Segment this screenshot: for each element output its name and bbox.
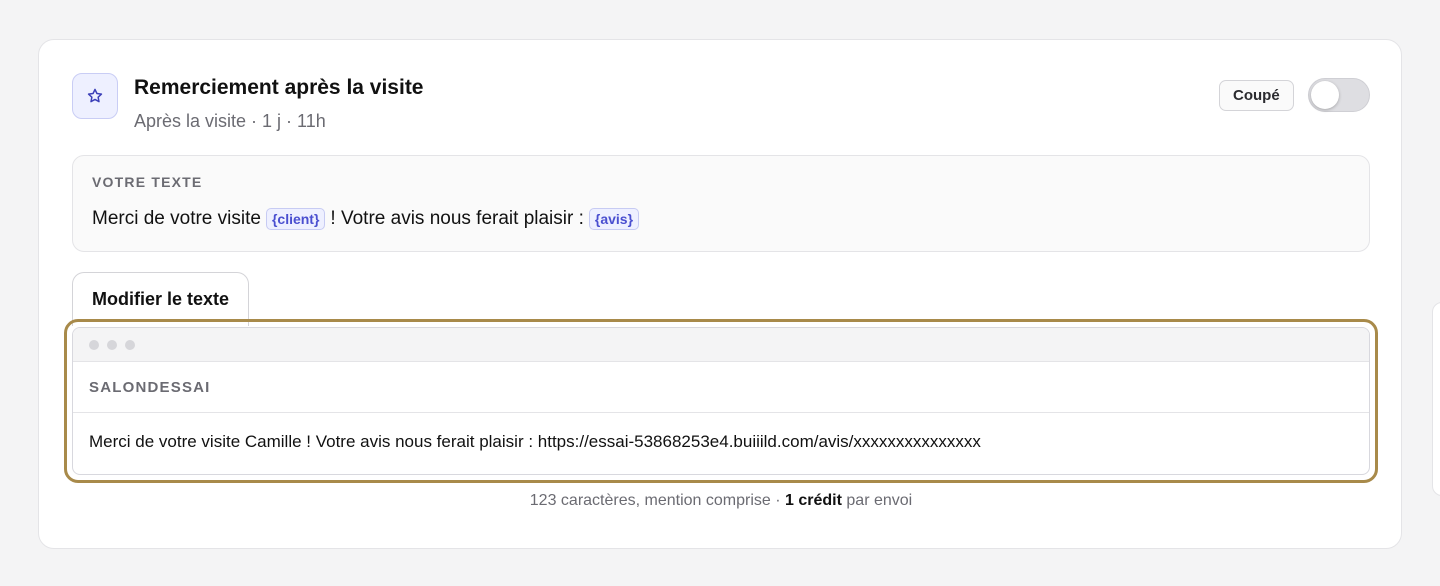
toggle-knob — [1311, 81, 1339, 109]
template-label: VOTRE TEXTE — [92, 174, 203, 190]
template-text-part1: Merci de votre visite — [92, 208, 261, 229]
preview-message: Merci de votre visite Camille ! Votre av… — [89, 432, 981, 451]
sms-preview: SALONDESSAI Merci de votre visite Camill… — [72, 327, 1370, 475]
edit-text-button[interactable]: Modifier le texte — [72, 272, 250, 326]
template-content: Merci de votre visite {client} ! Votre a… — [92, 208, 644, 230]
status-badge: Coupé — [1219, 80, 1294, 111]
preview-window-bar — [73, 328, 1369, 362]
variable-chip-avis: {avis} — [588, 208, 640, 230]
variable-chip-client: {client} — [265, 208, 326, 230]
template-text-box: VOTRE TEXTE Merci de votre visite {clien… — [72, 155, 1370, 252]
window-dot-icon — [125, 339, 135, 350]
enable-toggle[interactable] — [1308, 78, 1370, 112]
character-count-note: 123 caractères, mention comprise · 1 cré… — [39, 492, 1403, 510]
window-dot-icon — [107, 339, 117, 350]
automation-card: Remerciement après la visite Après la vi… — [38, 39, 1402, 549]
window-dot-icon — [89, 339, 99, 350]
credit-count: 1 crédit — [785, 492, 842, 509]
star-icon — [72, 73, 118, 119]
side-panel-edge — [1432, 302, 1440, 496]
page-title: Remerciement après la visite — [134, 76, 424, 99]
template-text-part2: ! Votre avis nous ferait plaisir : — [330, 208, 584, 229]
schedule-subtitle: Après la visite · 1 j · 11h — [134, 111, 326, 131]
character-count: 123 caractères, mention comprise · — [529, 492, 781, 509]
sender-name: SALONDESSAI — [73, 362, 1369, 413]
credit-suffix: par envoi — [846, 492, 913, 509]
